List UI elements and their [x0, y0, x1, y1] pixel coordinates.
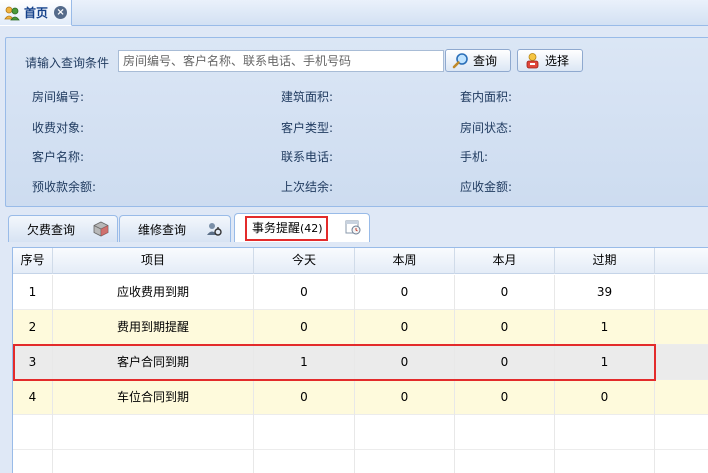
empty-cell: [355, 415, 455, 450]
cell-spacer: [655, 310, 708, 345]
empty-cell: [13, 415, 53, 450]
table-row[interactable]: 2 费用到期提醒 0 0 0 1: [13, 310, 708, 345]
col-header-spacer: [655, 248, 708, 274]
empty-cell: [254, 450, 355, 473]
field-room-no: 房间编号:: [32, 90, 85, 104]
tab-arrears[interactable]: 欠费查询: [8, 215, 118, 242]
empty-cell: [455, 450, 555, 473]
query-label: 请输入查询条件: [25, 56, 110, 70]
empty-cell: [254, 415, 355, 450]
cell-item: 应收费用到期: [53, 275, 254, 310]
cell-today: 0: [254, 310, 355, 345]
tab-reminders-label: 事务提醒: [252, 220, 301, 235]
col-header-week[interactable]: 本周: [355, 248, 455, 274]
cell-week: 0: [355, 380, 455, 415]
cell-no: 3: [13, 345, 53, 380]
field-inner-area: 套内面积:: [460, 90, 513, 104]
empty-cell: [355, 450, 455, 473]
col-header-item[interactable]: 项目: [53, 248, 254, 274]
query-panel: 请输入查询条件 查询 选择 房间编号: 建筑面积: 套内面积: 收费对象: 客户…: [5, 37, 708, 207]
table-row[interactable]: 1 应收费用到期 0 0 0 39: [13, 275, 708, 310]
cell-month: 0: [455, 275, 555, 310]
field-customer-type: 客户类型:: [281, 121, 334, 135]
col-header-today[interactable]: 今天: [254, 248, 355, 274]
tab-repair[interactable]: 维修查询: [119, 215, 231, 242]
cell-item: 客户合同到期: [53, 345, 254, 380]
box-icon: [93, 221, 109, 237]
users-icon: [4, 5, 20, 21]
select-button[interactable]: 选择: [517, 49, 583, 72]
cell-spacer: [655, 345, 708, 380]
field-mobile: 手机:: [460, 150, 489, 164]
cell-overdue: 1: [555, 310, 655, 345]
magnifier-icon: [452, 52, 469, 69]
table-row[interactable]: 4 车位合同到期 0 0 0 0: [13, 380, 708, 415]
empty-cell: [53, 450, 254, 473]
cell-item: 费用到期提醒: [53, 310, 254, 345]
cell-spacer: [655, 275, 708, 310]
cell-overdue: 1: [555, 345, 655, 380]
reminder-grid: 序号 项目 今天 本周 本月 过期 1 应收费用到期 0 0 0 39 2 费用…: [12, 247, 708, 473]
grid-header: 序号 项目 今天 本周 本月 过期: [13, 248, 708, 274]
cell-week: 0: [355, 310, 455, 345]
cell-week: 0: [355, 275, 455, 310]
cell-overdue: 0: [555, 380, 655, 415]
cell-month: 0: [455, 380, 555, 415]
calendar-clock-icon: [345, 219, 361, 235]
cell-item: 车位合同到期: [53, 380, 254, 415]
tab-bar: 欠费查询 维修查询 事务提醒(42): [5, 213, 708, 242]
field-customer-name: 客户名称:: [32, 150, 85, 164]
cell-no: 2: [13, 310, 53, 345]
query-button-label: 查询: [473, 54, 498, 68]
tab-reminders-label-box: 事务提醒(42): [245, 215, 328, 241]
cell-month: 0: [455, 345, 555, 380]
empty-cell: [455, 415, 555, 450]
field-room-status: 房间状态:: [460, 121, 513, 135]
cell-today: 0: [254, 275, 355, 310]
tab-home-label: 首页: [24, 6, 49, 20]
cell-week: 0: [355, 345, 455, 380]
reminder-count: (42): [300, 221, 323, 235]
close-icon[interactable]: ×: [54, 6, 68, 19]
cell-no: 1: [13, 275, 53, 310]
col-header-month[interactable]: 本月: [455, 248, 555, 274]
field-charge-target: 收费对象:: [32, 121, 85, 135]
cell-spacer: [655, 380, 708, 415]
empty-cell: [655, 450, 708, 473]
empty-row: [13, 450, 708, 473]
tab-home[interactable]: 首页 ×: [0, 0, 72, 26]
empty-cell: [555, 450, 655, 473]
cell-no: 4: [13, 380, 53, 415]
search-input[interactable]: [118, 50, 444, 72]
empty-cell: [555, 415, 655, 450]
tab-reminders[interactable]: 事务提醒(42): [234, 213, 370, 242]
empty-cell: [655, 415, 708, 450]
table-row[interactable]: 3 客户合同到期 1 0 0 1: [13, 345, 708, 380]
cell-overdue: 39: [555, 275, 655, 310]
query-button[interactable]: 查询: [445, 49, 511, 72]
cell-month: 0: [455, 310, 555, 345]
top-tab-strip: 首页 ×: [0, 0, 708, 26]
field-prepaid-balance: 预收款余额:: [32, 180, 97, 194]
field-last-settle: 上次结余:: [281, 180, 334, 194]
select-button-label: 选择: [545, 54, 570, 68]
field-contact-phone: 联系电话:: [281, 150, 334, 164]
empty-cell: [53, 415, 254, 450]
col-header-overdue[interactable]: 过期: [555, 248, 655, 274]
user-select-icon: [524, 52, 541, 69]
tab-repair-label: 维修查询: [138, 222, 187, 237]
empty-row: [13, 415, 708, 450]
wrench-user-icon: [206, 221, 222, 237]
col-header-no[interactable]: 序号: [13, 248, 53, 274]
cell-today: 1: [254, 345, 355, 380]
tab-arrears-label: 欠费查询: [27, 222, 76, 237]
field-building-area: 建筑面积:: [281, 90, 334, 104]
cell-today: 0: [254, 380, 355, 415]
empty-cell: [13, 450, 53, 473]
field-receivable: 应收金额:: [460, 180, 513, 194]
